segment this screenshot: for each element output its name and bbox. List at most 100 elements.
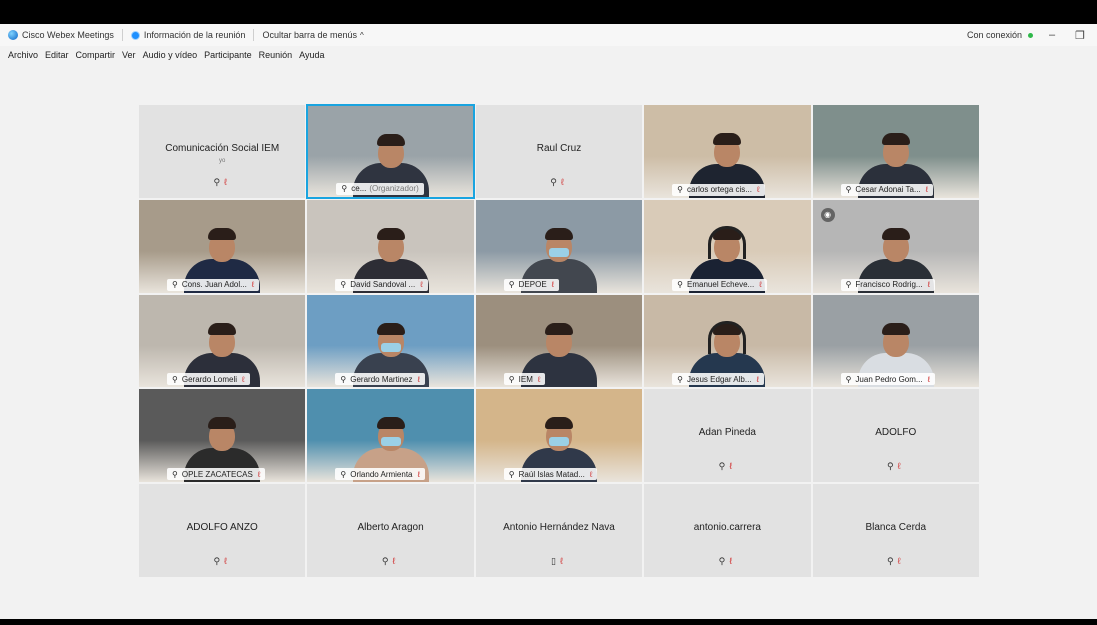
chevron-up-icon: ^ bbox=[359, 30, 364, 40]
window-controls: Con conexión – ❐ bbox=[967, 24, 1089, 46]
participant-tile[interactable]: ⚲ Raúl Islas Matad... ℓ bbox=[474, 388, 644, 484]
participant-label: ⚲ Francisco Rodrig... ℓ bbox=[840, 278, 936, 291]
divider bbox=[121, 29, 123, 41]
participant-name: Comunicación Social IEM bbox=[165, 143, 280, 154]
menu-editar[interactable]: Editar bbox=[45, 50, 69, 60]
headset-icon: ⚲ bbox=[845, 280, 852, 290]
participant-status-icons: ⚲ℓ bbox=[644, 556, 810, 567]
mic-muted-icon: ℓ bbox=[925, 185, 929, 195]
mic-muted-icon: ℓ bbox=[560, 176, 568, 187]
meeting-info-button[interactable]: Información de la reunión bbox=[130, 30, 245, 40]
menu-participante[interactable]: Participante bbox=[204, 50, 252, 60]
menu-compartir[interactable]: Compartir bbox=[76, 50, 116, 60]
participant-status-icons: ⚲ℓ bbox=[644, 461, 810, 472]
participant-name: Adan Pineda bbox=[698, 427, 756, 439]
headset-icon: ⚲ bbox=[213, 555, 225, 566]
participant-tile[interactable]: ⚲ carlos ortega cis... ℓ bbox=[643, 104, 812, 199]
mic-muted-icon: ℓ bbox=[897, 461, 905, 472]
person-hair bbox=[376, 227, 405, 240]
menu-audio-video[interactable]: Audio y vídeo bbox=[143, 50, 198, 60]
participant-tile[interactable]: ⚲ Orlando Armienta ℓ bbox=[306, 388, 475, 484]
headset-icon: ⚲ bbox=[381, 555, 393, 566]
participant-label: ⚲ Gerardo Martinez ℓ bbox=[335, 373, 426, 386]
hide-menu-label: Ocultar barra de menús bbox=[262, 30, 357, 40]
mic-muted-icon: ℓ bbox=[759, 280, 762, 290]
app-name: Cisco Webex Meetings bbox=[22, 30, 114, 40]
app-title: Cisco Webex Meetings bbox=[8, 30, 114, 40]
info-icon bbox=[130, 30, 140, 40]
face-mask bbox=[380, 342, 401, 352]
mic-muted-icon: ℓ bbox=[417, 469, 421, 479]
mic-muted-icon: ℓ bbox=[729, 461, 737, 472]
pin-icon[interactable]: ◉ bbox=[820, 207, 835, 222]
minimize-button[interactable]: – bbox=[1043, 29, 1061, 41]
connection-dot-icon bbox=[1028, 32, 1033, 38]
menu-archivo[interactable]: Archivo bbox=[8, 50, 38, 60]
participant-tile[interactable]: ⚲ ce... (Organizador) bbox=[306, 104, 475, 199]
participant-name: Gerardo Martinez bbox=[350, 374, 413, 384]
participant-tile[interactable]: Alberto Aragon ⚲ℓ bbox=[306, 483, 475, 578]
mic-muted-icon: ℓ bbox=[897, 555, 905, 566]
participant-tile[interactable]: ⚲ Juan Pedro Gom... ℓ bbox=[811, 293, 980, 389]
hide-menu-button[interactable]: Ocultar barra de menús ^ bbox=[262, 30, 363, 40]
participant-name: Antonio Hernández Nava bbox=[503, 522, 615, 534]
participant-name: Emanuel Echeve... bbox=[687, 280, 755, 290]
person-hair bbox=[208, 227, 237, 240]
participant-name: Jesus Edgar Alb... bbox=[687, 374, 752, 384]
participant-name: Francisco Rodrig... bbox=[855, 280, 923, 290]
mic-muted-icon: ℓ bbox=[537, 374, 541, 384]
phone-icon: ▯ bbox=[551, 555, 560, 566]
participant-tile[interactable]: ⚲ Gerardo Lomeli ℓ bbox=[138, 293, 307, 389]
participant-tile[interactable]: ⚲ IEM ℓ bbox=[474, 293, 644, 389]
person-hair bbox=[208, 322, 237, 335]
menu-ver[interactable]: Ver bbox=[122, 50, 136, 60]
mic-muted-icon: ℓ bbox=[756, 374, 760, 384]
headset-icon: ⚲ bbox=[508, 280, 515, 290]
mic-muted-icon: ℓ bbox=[392, 555, 400, 566]
headset-icon: ⚲ bbox=[172, 374, 178, 384]
participant-tile[interactable]: ⚲ Cons. Juan Adol... ℓ bbox=[138, 198, 307, 294]
mic-muted-icon: ℓ bbox=[589, 469, 593, 479]
participant-tile[interactable]: ⚲ Emanuel Echeve... ℓ bbox=[643, 198, 812, 294]
participant-tile[interactable]: ADOLFO ANZO ⚲ℓ bbox=[138, 483, 307, 578]
menu-reunion[interactable]: Reunión bbox=[259, 50, 293, 60]
title-bar: Cisco Webex Meetings Información de la r… bbox=[0, 24, 1097, 46]
participant-tile[interactable]: ADOLFO ⚲ℓ bbox=[811, 388, 980, 484]
participant-name: ce... bbox=[351, 184, 367, 194]
headset-icon: ⚲ bbox=[718, 555, 730, 566]
participant-name: OPLE ZACATECAS bbox=[181, 469, 253, 479]
person-hair bbox=[881, 227, 910, 240]
mic-muted-icon: ℓ bbox=[224, 176, 231, 187]
participant-label: ⚲ ce... (Organizador) bbox=[336, 182, 424, 195]
participant-tile[interactable]: ⚲ DEPOE ℓ bbox=[474, 198, 644, 294]
participant-tile[interactable]: ⚲ Cesar Adonai Ta... ℓ bbox=[811, 104, 980, 199]
participant-tile[interactable]: Antonio Hernández Nava ▯ℓ bbox=[474, 483, 644, 578]
participant-tile[interactable]: ⚲ OPLE ZACATECAS ℓ bbox=[138, 388, 307, 484]
participant-tile[interactable]: antonio.carrera ⚲ℓ bbox=[643, 483, 812, 578]
person-hair bbox=[713, 133, 742, 145]
participant-name: Alberto Aragon bbox=[357, 522, 424, 534]
participant-tile[interactable]: ⚲ Gerardo Martinez ℓ bbox=[306, 293, 475, 389]
restore-button[interactable]: ❐ bbox=[1071, 29, 1089, 42]
participant-name: Gerardo Lomeli bbox=[181, 374, 237, 384]
divider bbox=[253, 29, 255, 41]
headset-icon: ⚲ bbox=[213, 176, 225, 187]
headset-icon: ⚲ bbox=[340, 469, 347, 479]
person-hair bbox=[376, 322, 405, 335]
top-black-bar bbox=[0, 0, 1097, 24]
mic-muted-icon: ℓ bbox=[224, 555, 231, 566]
participant-tile[interactable]: ⚲ Jesus Edgar Alb... ℓ bbox=[643, 293, 812, 389]
participant-tile[interactable]: Blanca Cerda ⚲ℓ bbox=[811, 483, 980, 578]
participant-status-icons: ⚲ℓ bbox=[307, 556, 473, 567]
participant-tile[interactable]: ◉ ⚲ Francisco Rodrig... ℓ bbox=[811, 198, 980, 294]
participant-label: ⚲ IEM ℓ bbox=[503, 373, 546, 386]
participant-tile[interactable]: ⚲ David Sandoval ... ℓ bbox=[306, 198, 475, 294]
mic-muted-icon: ℓ bbox=[257, 469, 261, 479]
participant-name: ADOLFO bbox=[875, 427, 917, 439]
menu-ayuda[interactable]: Ayuda bbox=[299, 50, 324, 60]
headset-icon: ⚲ bbox=[718, 461, 730, 472]
participant-tile[interactable]: Comunicación Social IEM yo ⚲ℓ bbox=[138, 104, 307, 199]
participant-tile[interactable]: Raul Cruz ⚲ℓ bbox=[474, 104, 644, 199]
participant-name: IEM bbox=[518, 374, 533, 384]
participant-tile[interactable]: Adan Pineda ⚲ℓ bbox=[643, 388, 812, 484]
